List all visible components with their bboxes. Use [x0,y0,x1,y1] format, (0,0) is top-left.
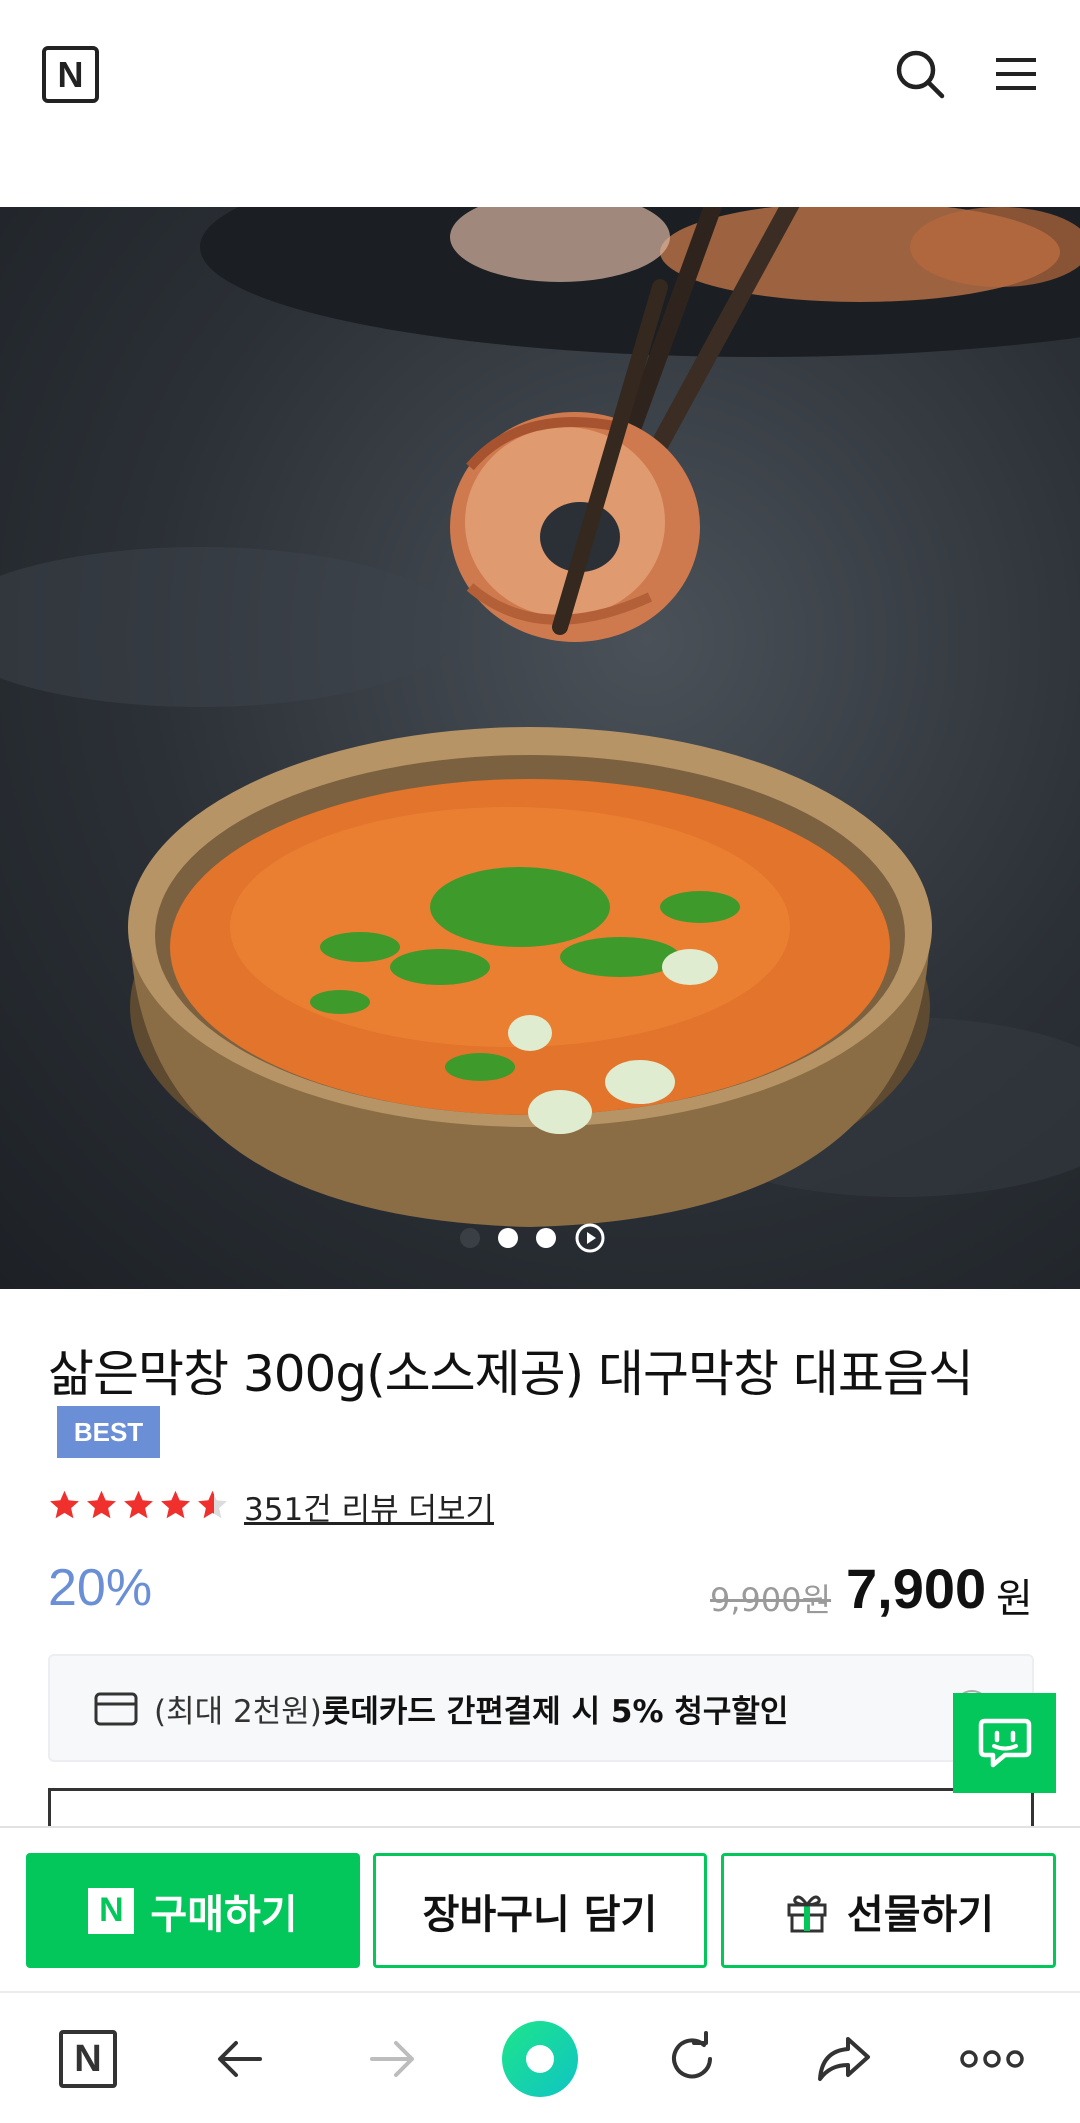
back-arrow-icon[interactable] [202,2021,278,2097]
naver-pay-logo-icon: N [88,1887,135,1934]
original-price: 9,900원 [710,1581,832,1619]
star-icon [124,1490,153,1519]
star-icon [161,1490,190,1519]
product-title: 삶은막창 300g(소스제공) 대구막창 대표음식 [48,1345,974,1403]
share-icon[interactable] [806,2021,882,2097]
search-icon[interactable] [892,46,948,102]
gift-icon [787,1895,827,1932]
buy-button-label: 구매하기 [150,1891,298,1938]
sale-price: 7,900 [846,1557,987,1620]
star-rating [48,1488,229,1521]
carousel-indicator [460,1222,606,1254]
hamburger-menu-icon[interactable] [988,46,1044,102]
forward-arrow-icon[interactable] [354,2021,430,2097]
naver-home-button[interactable]: N [50,2021,126,2097]
play-circle-icon[interactable] [574,1222,606,1254]
green-dot-center [526,2045,554,2073]
browser-toolbar: N [0,1991,1080,2123]
review-more-link[interactable]: 351건 리뷰 더보기 [244,1484,494,1529]
add-to-cart-button[interactable]: 장바구니 담기 [373,1853,707,1968]
credit-card-icon [94,1692,138,1726]
cart-button-label: 장바구니 담기 [422,1891,658,1938]
promo-highlight: 롯데카드 간편결제 시 5% 청구할인 [321,1694,789,1730]
gift-button[interactable]: 선물하기 [721,1853,1056,1968]
carousel-dot[interactable] [460,1228,480,1248]
green-dot-ring [502,2021,578,2097]
naver-app-icon: N [59,2030,117,2088]
best-badge: BEST [57,1406,160,1458]
buy-button[interactable]: N 구매하기 [26,1853,360,1968]
star-icon [87,1490,116,1519]
product-image[interactable] [0,207,1080,1289]
currency-unit: 원 [996,1576,1033,1622]
top-header: N [0,0,1080,207]
more-icon[interactable] [954,2021,1030,2097]
carousel-dot[interactable] [536,1228,556,1248]
talk-chat-button[interactable] [953,1693,1056,1793]
card-discount-banner[interactable]: (최대 2천원)롯데카드 간편결제 시 5% 청구할인 [48,1654,1034,1762]
discount-rate: 20% [48,1559,153,1617]
reload-icon[interactable] [654,2021,730,2097]
star-icon [50,1490,79,1519]
purchase-action-bar: N 구매하기 장바구니 담기 선물하기 [0,1826,1080,1991]
product-photo-illustration [0,207,1080,1227]
promo-prefix: (최대 2천원) [154,1694,322,1730]
card-discount-text: (최대 2천원)롯데카드 간편결제 시 5% 청구할인 [154,1686,788,1731]
carousel-dot[interactable] [498,1228,518,1248]
chat-bubble-icon [978,1718,1031,1768]
gift-button-label: 선물하기 [846,1891,995,1938]
green-dot-icon[interactable] [502,2021,578,2097]
naver-logo-icon[interactable]: N [42,46,99,103]
half-star-icon [198,1490,227,1519]
